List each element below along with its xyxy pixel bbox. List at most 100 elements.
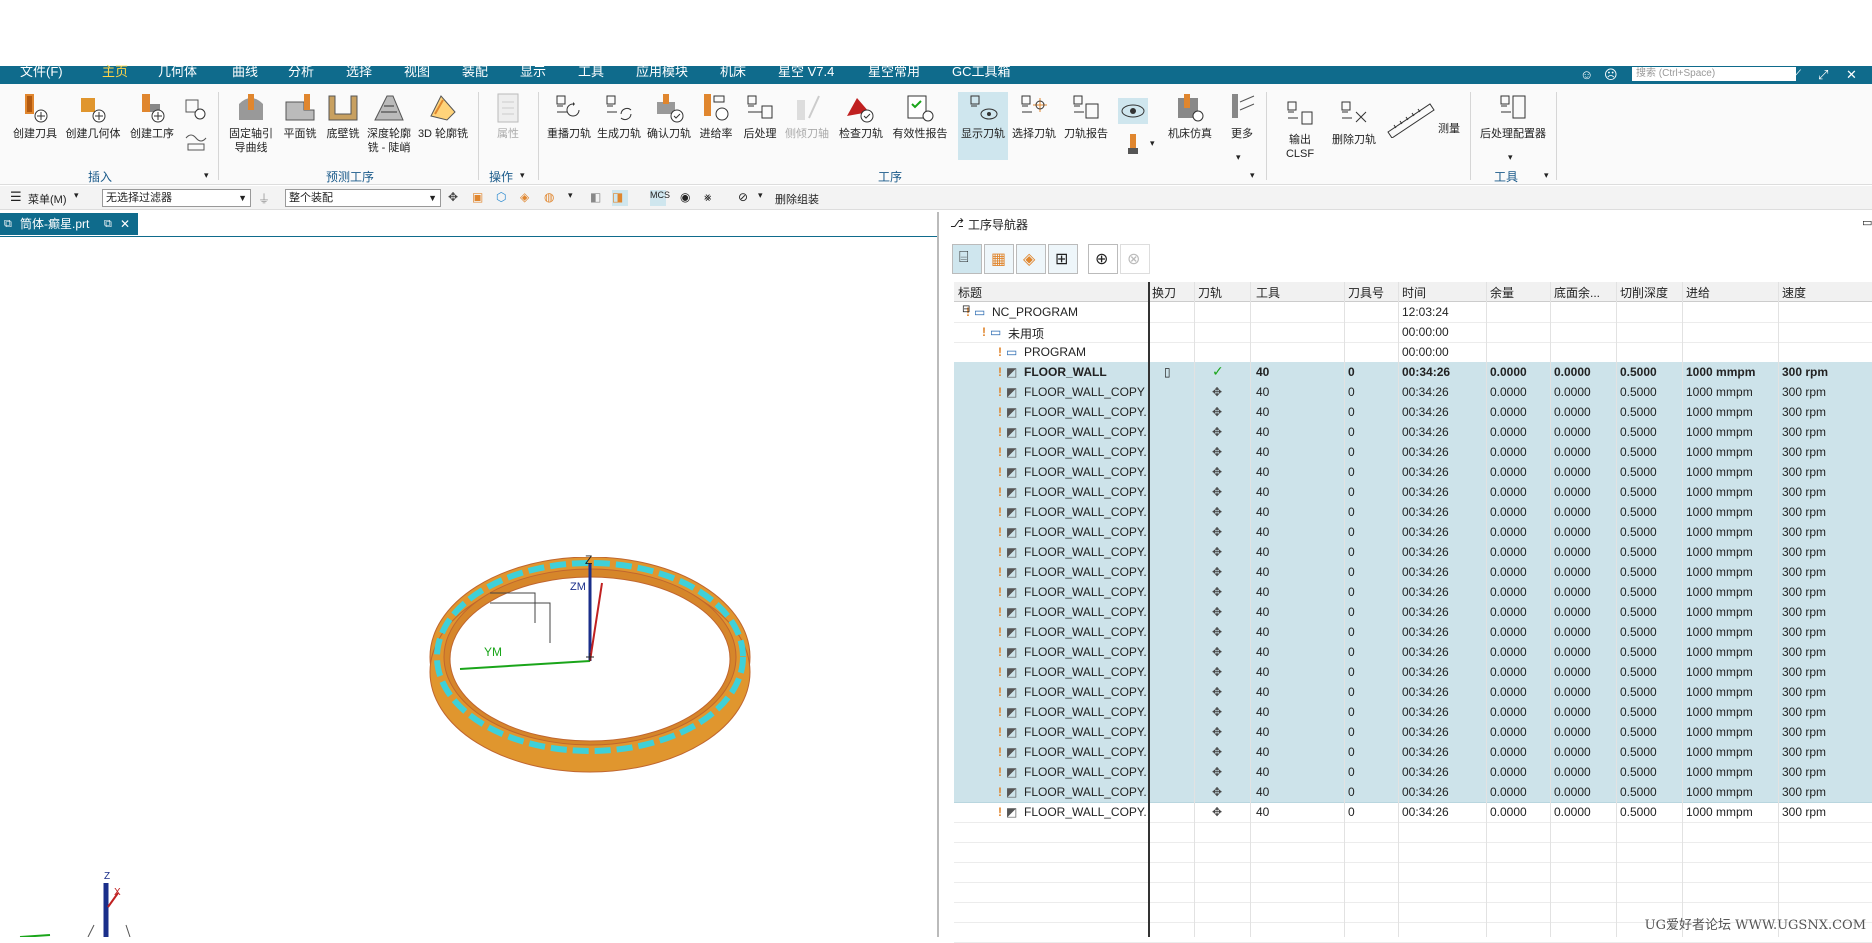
tab-geometry[interactable]: 几何体 [158,65,197,84]
more-dropdown-icon[interactable]: ▾ [1236,152,1252,168]
hide-dropdown-icon[interactable]: ▾ [758,190,774,206]
machine-tool-view-button[interactable]: ▦ [984,244,1014,274]
table-row[interactable]: ◩! FLOOR_WALL_COPY... 40 0 00:34:26 0.0000 0.0… [954,742,1872,763]
tab-file[interactable]: 文件(F) [20,65,63,84]
method-view-button[interactable]: ⊞ [1048,244,1078,274]
document-tab[interactable]: ⧉ 筒体-癫星.prt ⧉ ✕ [0,213,138,235]
command-search-input[interactable]: 搜索 (Ctrl+Space) [1632,67,1796,81]
table-row[interactable]: ◩! FLOOR_WALL_COPY... 40 0 00:34:26 0.0000 0.0… [954,622,1872,643]
table-row[interactable]: ◩! FLOOR_WALL_COPY... 40 0 00:34:26 0.0000 0.0… [954,462,1872,483]
table-row[interactable]: ◩! FLOOR_WALL_COPY... 40 0 00:34:26 0.0000 0.0… [954,662,1872,683]
properties-button[interactable]: 属性 [486,92,530,141]
select-face-icon[interactable]: ▣ [472,190,488,206]
post-configurator-button[interactable]: 后处理配置器 [1478,92,1548,141]
hexagon-icon[interactable]: ⬡ [496,190,512,206]
col-toolpath[interactable]: 刀轨 [1198,284,1222,301]
delete-toolpath-button[interactable]: 删除刀轨 [1330,98,1378,147]
tab-home[interactable]: 主页 [102,65,129,86]
tab-analysis[interactable]: 分析 [288,65,314,84]
zlevel-steep-button[interactable]: 深度轮廓铣 - 陡峭 [366,92,412,155]
add-view-button[interactable]: ⊕ [1088,244,1118,274]
table-row[interactable]: ◩! FLOOR_WALL_COPY... 40 0 00:34:26 0.0000 0.0… [954,542,1872,563]
small-wave-icon[interactable] [184,130,208,154]
col-tool-number[interactable]: 刀具号 [1348,284,1384,301]
frown-icon[interactable]: ☹ [1604,67,1618,83]
tab-xingkong[interactable]: 星空 V7.4 [778,65,834,84]
menu-icon[interactable]: ☰ [10,189,26,205]
validity-report-button[interactable]: 有效性报告 [890,92,950,141]
table-row[interactable]: ◩! FLOOR_WALL_COPY... 40 0 00:34:26 0.0000 0.0… [954,582,1872,603]
splitter[interactable] [937,212,939,937]
eye-toggle-icon[interactable] [1118,98,1148,124]
tool-small-icon[interactable] [1124,134,1142,156]
delete-group-button[interactable]: 删除组装 [775,191,819,207]
table-row[interactable]: ◩! FLOOR_WALL_COPY... 40 0 00:34:26 0.0000 0.0… [954,602,1872,623]
feed-rate-button[interactable]: 进给率 [696,92,736,141]
col-tool[interactable]: 工具 [1256,284,1280,301]
select-toolpath-button[interactable]: 选择刀轨 [1010,92,1058,141]
col-speed[interactable]: 速度 [1782,284,1806,301]
cube-highlight-icon[interactable]: ◨ [612,190,628,206]
group-process-expand-icon[interactable]: ▾ [1250,170,1266,186]
tab-machine[interactable]: 机床 [720,65,746,84]
table-row[interactable]: ◩! FLOOR_WALL_COPY... 40 0 00:34:26 0.0000 0.0… [954,402,1872,423]
measure-icon[interactable] [1384,98,1438,138]
tab-gc-toolbox[interactable]: GC工具箱 [952,65,1011,84]
snap-point-icon[interactable]: ✥ [448,190,464,206]
panel-restore-icon[interactable]: ▭ [1862,216,1872,229]
mcs-icon[interactable]: MCS [650,190,670,206]
table-row[interactable]: ▭! ⊟ NC_PROGRAM 12:03:24 [954,302,1872,323]
table-row[interactable]: ▭! PROGRAM 00:00:00 [954,342,1872,363]
close-icon[interactable]: ✕ [1846,67,1857,83]
menu-dropdown-icon[interactable]: ▾ [74,190,90,206]
collapse-icon[interactable]: ⊟ [962,304,970,315]
pin-icon[interactable]: ⟋ [1792,67,1801,83]
table-row[interactable]: ◩! FLOOR_WALL_COPY... 40 0 00:34:26 0.0000 0.0… [954,722,1872,743]
col-stock[interactable]: 余量 [1490,284,1514,301]
col-feed[interactable]: 进给 [1686,284,1710,301]
col-cut-depth[interactable]: 切削深度 [1620,284,1668,301]
create-tool-button[interactable]: 创建刀具 [10,92,60,141]
table-row[interactable]: ◩! FLOOR_WALL_COPY... 40 0 00:34:26 0.0000 0.0… [954,502,1872,523]
path-hide-icon[interactable]: ⨳ [704,190,720,206]
tab-curve[interactable]: 曲线 [232,65,258,84]
col-time[interactable]: 时间 [1402,284,1426,301]
tab-app-modules[interactable]: 应用模块 [636,65,688,84]
table-row[interactable]: ◩! FLOOR_WALL_COPY... 40 0 00:34:26 0.0000 0.0… [954,702,1872,723]
geometry-view-button[interactable]: ◈ [1016,244,1046,274]
floor-wall-button[interactable]: 底壁铣 [322,92,364,141]
check-toolpath-button[interactable]: 检查刀轨 [838,92,884,141]
table-row[interactable]: ◩! FLOOR_WALL_COPY... 40 0 00:34:26 0.0000 0.0… [954,642,1872,663]
create-operation-button[interactable]: 创建工序 [126,92,178,141]
restore-icon[interactable]: ⤢ [1818,67,1828,83]
col-tool-change[interactable]: 换刀 [1152,284,1176,301]
group-ops-expand-icon[interactable]: ▾ [520,170,536,186]
more-button[interactable]: 更多 [1222,92,1262,141]
post-dropdown-icon[interactable]: ▾ [1508,152,1524,168]
tab-assembly[interactable]: 装配 [462,65,488,84]
tab-tools[interactable]: 工具 [578,65,604,84]
col-title[interactable]: 标题 [958,284,982,301]
table-row[interactable]: ◩! FLOOR_WALL_COPY... 40 0 00:34:26 0.0000 0.0… [954,762,1872,783]
tab-view[interactable]: 视图 [404,65,430,84]
cube-icon[interactable]: ◧ [590,190,606,206]
fixed-axis-guide-curve-button[interactable]: 固定轴引导曲线 [226,92,276,155]
body-select-icon[interactable]: ◈ [520,190,536,206]
machine-simulation-button[interactable]: 机床仿真 [1162,92,1218,141]
tab-menu-icon[interactable]: ⧉ [104,213,112,235]
graphics-viewport[interactable]: Z ZM YM Z X [0,236,937,938]
table-row[interactable]: ◩! FLOOR_WALL_COPY... 40 0 00:34:26 0.0000 0.0… [954,782,1872,803]
remove-view-button[interactable]: ⊗ [1120,244,1150,274]
tab-display[interactable]: 显示 [520,65,546,84]
table-row[interactable]: ◩! FLOOR_WALL_COPY 40 0 00:34:26 0.0000 0.0000… [954,382,1872,403]
hide-icon[interactable]: ⊘ [738,190,754,206]
verify-toolpath-button[interactable]: 确认刀轨 [646,92,692,141]
toolpath-report-button[interactable]: 刀轨报告 [1060,92,1112,141]
replay-toolpath-button[interactable]: 重播刀轨 [546,92,592,141]
generate-toolpath-button[interactable]: 生成刀轨 [596,92,642,141]
select-dropdown-icon[interactable]: ▾ [568,190,584,206]
create-geometry-button[interactable]: 创建几何体 [64,92,122,141]
table-row[interactable]: ◩! FLOOR_WALL_COPY... 40 0 00:34:26 0.0000 0.0… [954,422,1872,443]
small-create-icon[interactable] [184,98,208,122]
table-row[interactable]: ▭! 未用项 00:00:00 [954,322,1872,343]
